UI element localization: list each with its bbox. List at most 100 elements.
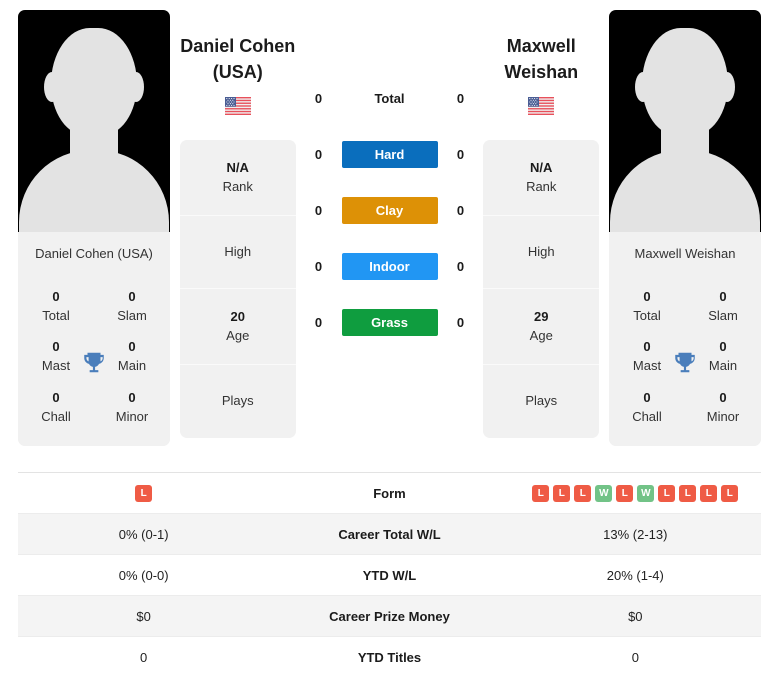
surface-badge-indoor[interactable]: Indoor bbox=[341, 252, 438, 280]
titles-label: Chall bbox=[41, 408, 71, 424]
avatar-ear-right bbox=[128, 72, 144, 102]
table-row: L Form L L L W L W L L L L bbox=[18, 473, 761, 514]
titles-cell-total: 0 Total bbox=[18, 288, 94, 324]
form-badge-loss[interactable]: L bbox=[721, 484, 739, 502]
surface-left-count: 0 bbox=[314, 202, 323, 218]
right-rank-section: N/A Rank bbox=[483, 140, 600, 217]
titles-label: Total bbox=[633, 307, 661, 323]
titles-cell-minor: 0 Minor bbox=[94, 389, 170, 425]
left-rank-section: N/A Rank bbox=[179, 140, 296, 217]
left-player-titles-grid: 0 Total 0 Slam 0 Mast 0 Main 0 Chall 0 M… bbox=[18, 277, 170, 447]
titles-label: Slam bbox=[117, 307, 147, 323]
stat-label: Career Prize Money bbox=[269, 595, 510, 637]
avatar-ear-left bbox=[44, 72, 60, 102]
titles-value: 0 bbox=[719, 289, 727, 304]
left-player-card[interactable]: Daniel Cohen (USA) 0 Total 0 Slam 0 Mast… bbox=[18, 10, 170, 447]
plays-label: Plays bbox=[221, 393, 254, 409]
surface-badge-grass[interactable]: Grass bbox=[341, 308, 438, 336]
left-player-name-line2: (USA) bbox=[212, 61, 263, 82]
right-player-titles-grid: 0 Total 0 Slam 0 Mast 0 Main 0 Chall 0 M… bbox=[609, 277, 761, 447]
surface-titles-column: 0 Total 0 0 Hard 0 0 Clay 0 0 Indoor 0 0… bbox=[306, 10, 474, 350]
table-row: 0 YTD Titles 0 bbox=[18, 637, 761, 678]
trophy-icon bbox=[675, 352, 695, 372]
comparison-table: L Form L L L W L W L L L L 0% (0-1) Career Total W/L 1… bbox=[18, 472, 761, 678]
right-player-card[interactable]: Maxwell Weishan 0 Total 0 Slam 0 Mast 0 … bbox=[609, 10, 761, 447]
right-player-name-line2: Weishan bbox=[504, 61, 579, 82]
age-value: 20 bbox=[230, 309, 245, 325]
titles-row: 0 Total 0 Slam bbox=[609, 281, 761, 331]
table-row: 0% (0-0) YTD W/L 20% (1-4) bbox=[18, 555, 761, 596]
left-age-section: 20 Age bbox=[179, 289, 296, 366]
surface-badge-hard[interactable]: Hard bbox=[341, 140, 438, 168]
surface-right-count: 0 bbox=[456, 202, 465, 218]
right-high-section: High bbox=[483, 216, 600, 290]
stat-label: Career Total W/L bbox=[269, 513, 510, 555]
titles-cell-slam: 0 Slam bbox=[94, 288, 170, 324]
surface-right-count: 0 bbox=[456, 146, 465, 162]
titles-row: 0 Chall 0 Minor bbox=[609, 382, 761, 432]
form-badge-loss[interactable]: L bbox=[700, 484, 718, 502]
rank-value: N/A bbox=[226, 160, 249, 176]
titles-cell-chall: 0 Chall bbox=[18, 389, 94, 425]
right-form-list: LLLWLWLLLL bbox=[510, 484, 761, 502]
right-player-photo-caption: Maxwell Weishan bbox=[609, 232, 761, 277]
surface-badge-clay[interactable]: Clay bbox=[341, 196, 438, 224]
titles-label: Minor bbox=[706, 408, 740, 424]
titles-cell-total: 0 Total bbox=[609, 288, 685, 324]
left-stat-value: 0 bbox=[140, 649, 148, 665]
avatar-body-shape bbox=[19, 150, 169, 232]
titles-label: Minor bbox=[115, 408, 149, 424]
titles-value: 0 bbox=[52, 389, 60, 405]
age-label: Age bbox=[529, 328, 553, 344]
titles-cell-chall: 0 Chall bbox=[609, 389, 685, 425]
avatar-body-shape bbox=[610, 150, 760, 232]
titles-value: 0 bbox=[719, 389, 727, 405]
surface-row-clay: 0 Clay 0 bbox=[306, 182, 474, 238]
right-plays-section: Plays bbox=[483, 365, 599, 437]
left-stat-value: 0% (0-1) bbox=[18, 513, 270, 555]
surface-left-count: 0 bbox=[314, 258, 323, 274]
high-label: High bbox=[527, 244, 555, 260]
left-player-photo-caption: Daniel Cohen (USA) bbox=[18, 232, 170, 277]
form-badge-loss[interactable]: L bbox=[616, 484, 634, 502]
titles-value: 0 bbox=[52, 289, 60, 304]
avatar-ear-left bbox=[635, 72, 651, 102]
high-label: High bbox=[224, 244, 252, 260]
form-badge-loss[interactable]: L bbox=[553, 484, 571, 502]
right-stat-value: 20% (1-4) bbox=[606, 567, 664, 583]
titles-label: Chall bbox=[632, 408, 662, 424]
titles-row: 0 Chall 0 Minor bbox=[18, 382, 170, 432]
form-badge-loss[interactable]: L bbox=[135, 484, 153, 502]
surface-right-count: 0 bbox=[456, 258, 465, 274]
left-stat-value: $0 bbox=[18, 595, 270, 637]
surface-row-total: 0 Total 0 bbox=[306, 70, 474, 126]
surface-row-grass: 0 Grass 0 bbox=[306, 294, 474, 350]
table-row: 0% (0-1) Career Total W/L 13% (2-13) bbox=[18, 513, 761, 555]
right-stat-value: 13% (2-13) bbox=[509, 513, 761, 555]
form-badge-loss[interactable]: L bbox=[679, 484, 697, 502]
form-badge-win[interactable]: W bbox=[595, 484, 613, 502]
form-badge-loss[interactable]: L bbox=[658, 484, 676, 502]
left-player-name: Daniel Cohen (USA) bbox=[180, 10, 295, 85]
surface-label-total: Total bbox=[374, 90, 405, 106]
right-player-photo-column: Maxwell Weishan 0 Total 0 Slam 0 Mast 0 … bbox=[609, 10, 761, 447]
titles-value: 0 bbox=[643, 389, 651, 405]
titles-value: 0 bbox=[128, 389, 136, 405]
titles-row: 0 Total 0 Slam bbox=[18, 281, 170, 331]
surface-left-count: 0 bbox=[314, 314, 323, 330]
form-badge-loss[interactable]: L bbox=[574, 484, 592, 502]
stat-label: Form bbox=[373, 485, 406, 501]
form-badge-loss[interactable]: L bbox=[532, 484, 550, 502]
titles-label: Slam bbox=[708, 307, 738, 323]
left-player-photo bbox=[18, 10, 170, 232]
surface-left-count: 0 bbox=[314, 146, 323, 162]
surface-right-count: 0 bbox=[456, 314, 465, 330]
table-row: $0 Career Prize Money $0 bbox=[18, 595, 761, 637]
plays-label: Plays bbox=[525, 393, 558, 409]
left-player-info-column: Daniel Cohen (USA) N/A Rank High 20 Age … bbox=[170, 10, 306, 438]
age-label: Age bbox=[226, 328, 250, 344]
right-stat-value: $0 bbox=[509, 595, 761, 637]
right-age-section: 29 Age bbox=[483, 289, 600, 366]
form-badge-win[interactable]: W bbox=[637, 484, 655, 502]
left-form-list: L bbox=[18, 484, 269, 502]
